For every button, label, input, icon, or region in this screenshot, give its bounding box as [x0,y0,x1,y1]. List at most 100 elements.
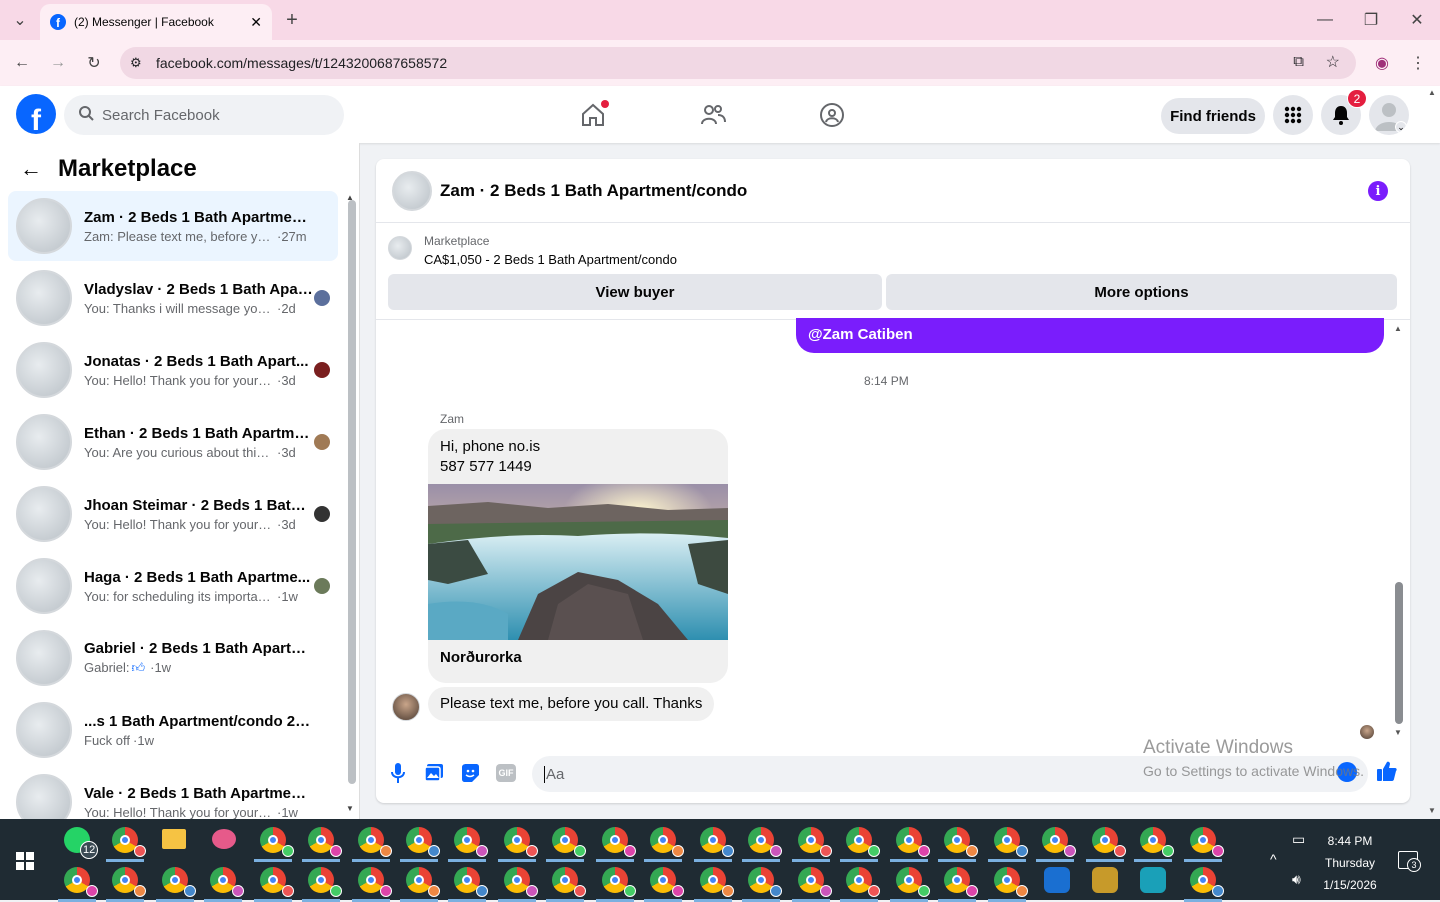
chrome-profile-icon[interactable] [798,827,832,857]
chat-scroll-down-icon[interactable]: ▼ [1394,728,1402,737]
sidebar-scrollbar[interactable] [348,200,356,784]
chrome-profile-icon[interactable] [1042,827,1076,857]
chrome-profile-icon[interactable] [1190,867,1224,897]
conversation-item[interactable]: ...s 1 Bath Apartment/condo 2 · جا Fuck o… [8,695,338,765]
notifications-bell-icon[interactable]: 2 [1321,89,1367,135]
account-chevron-icon[interactable]: ⌄ [1395,121,1407,133]
chrome-profile-icon[interactable] [260,827,294,857]
info-icon[interactable]: i [1368,181,1388,201]
listing-title[interactable]: CA$1,050 - 2 Beds 1 Bath Apartment/condo [424,252,677,267]
chrome-profile-icon[interactable] [994,867,1028,897]
reload-icon[interactable]: ↻ [80,49,108,77]
chat-scroll-up-icon[interactable]: ▲ [1394,324,1402,333]
chrome-profile-icon[interactable] [846,827,880,857]
back-arrow-icon[interactable]: ← [20,156,42,182]
windows-start-icon[interactable] [16,852,34,873]
chrome-profile-icon[interactable] [700,867,734,897]
chrome-profile-icon[interactable] [112,867,146,897]
outlook-icon[interactable] [1044,867,1070,893]
sidebar-scroll-down-icon[interactable]: ▼ [346,804,354,813]
browser-tab[interactable]: f (2) Messenger | Facebook ✕ [40,4,272,40]
chrome-profile-icon[interactable] [552,867,586,897]
chrome-profile-icon[interactable] [552,827,586,857]
new-tab-plus-icon[interactable]: + [278,6,306,34]
chrome-profile-icon[interactable] [210,867,244,897]
close-window-icon[interactable]: ✕ [1403,6,1431,34]
back-arrow-icon[interactable]: ← [8,49,36,77]
chat-scrollbar[interactable] [1395,582,1403,724]
thumbs-up-like-icon[interactable] [1376,760,1398,785]
chrome-profile-icon[interactable] [846,867,880,897]
photo-attach-icon[interactable] [424,763,444,786]
tab-search-chevron-icon[interactable]: ⌄ [6,6,34,34]
chrome-profile-icon[interactable] [602,867,636,897]
chrome-profile-icon[interactable] [602,827,636,857]
chrome-profile-icon[interactable] [798,867,832,897]
conversation-item[interactable]: Gabriel · 2 Beds 1 Bath Apartme... Gabrie… [8,623,338,693]
link-preview-image[interactable] [428,484,728,640]
chrome-profile-icon[interactable] [406,867,440,897]
home-nav-icon[interactable] [573,95,613,135]
system-clock[interactable]: 8:44 PM Thursday 1/15/2026 [1320,830,1380,896]
chrome-profile-icon[interactable] [944,827,978,857]
chrome-profile-icon[interactable] [504,827,538,857]
conversation-item[interactable]: Vladyslav · 2 Beds 1 Bath Apar... You: Th… [8,263,338,333]
chrome-profile-icon[interactable] [64,867,98,897]
page-scroll-up-icon[interactable]: ▲ [1428,88,1436,97]
forward-arrow-icon[interactable]: → [44,49,72,77]
bookmark-star-icon[interactable]: ☆ [1326,52,1340,72]
message-bubble[interactable]: Please text me, before you call. Thanks [428,687,715,721]
action-center-icon[interactable]: 3 [1398,851,1421,872]
chrome-profile-icon[interactable] [112,827,146,857]
chrome-profile-icon[interactable] [358,827,392,857]
minimize-window-icon[interactable]: — [1311,6,1339,34]
chrome-profile-icon[interactable] [504,867,538,897]
hand-app-icon[interactable] [1092,867,1118,893]
conversation-item[interactable]: Zam · 2 Beds 1 Bath Apartment/... Zam: Pl… [8,191,338,261]
network-display-icon[interactable]: ▭ [1292,831,1305,848]
chrome-profile-icon[interactable] [406,827,440,857]
paint-app-icon[interactable] [212,829,236,849]
gif-icon[interactable]: GIF [496,764,516,782]
chrome-profile-icon[interactable] [1140,827,1174,857]
search-bar[interactable]: Search Facebook [64,95,344,135]
chrome-profile-icon[interactable] [650,827,684,857]
friends-nav-icon[interactable] [693,95,733,135]
more-options-button[interactable]: More options [886,274,1397,310]
chrome-profile-icon[interactable] [748,827,782,857]
menu-grid-icon[interactable] [1273,95,1313,135]
facebook-logo-icon[interactable]: f [16,94,56,134]
site-info-icon[interactable]: ⚙ [130,55,142,71]
address-bar[interactable]: ⚙ facebook.com/messages/t/12432006876585… [120,47,1356,79]
chrome-profile-icon[interactable] [748,867,782,897]
conversation-item[interactable]: Haga · 2 Beds 1 Bath Apartme... You: for … [8,551,338,621]
s-app-icon[interactable] [1140,867,1166,893]
show-hidden-icons-chevron-icon[interactable]: ^ [1270,851,1277,867]
view-buyer-button[interactable]: View buyer [388,274,882,310]
account-avatar[interactable]: ⌄ [1369,95,1409,135]
chrome-profile-icon[interactable] [308,827,342,857]
listing-thumbnail[interactable] [388,236,412,260]
microphone-icon[interactable] [390,762,406,787]
my-message-bubble[interactable]: @Zam Catiben [796,318,1384,353]
chrome-profile-icon[interactable] [454,827,488,857]
sticker-icon[interactable] [460,763,480,786]
conversation-item[interactable]: Ethan · 2 Beds 1 Bath Apartme... You: Are… [8,407,338,477]
chrome-profile-icon[interactable] [896,867,930,897]
chat-title[interactable]: Zam · 2 Beds 1 Bath Apartment/condo [440,181,747,201]
chrome-profile-icon[interactable] [896,827,930,857]
conversation-item[interactable]: Jhoan Steimar · 2 Beds 1 Bath ... You: He… [8,479,338,549]
sidebar-scroll-up-icon[interactable]: ▲ [346,193,354,202]
chrome-profile-icon[interactable] [308,867,342,897]
file-explorer-icon[interactable] [162,829,186,849]
chrome-profile-icon[interactable] [358,867,392,897]
chrome-profile-icon[interactable] [944,867,978,897]
groups-nav-icon[interactable] [812,95,852,135]
chrome-profile-icon[interactable] [454,867,488,897]
close-tab-icon[interactable]: ✕ [250,14,262,31]
chrome-profile-icon[interactable] [1190,827,1224,857]
chrome-profile-icon[interactable] [1092,827,1126,857]
chat-avatar[interactable] [392,170,432,211]
chrome-profile-icon[interactable] [994,827,1028,857]
restore-window-icon[interactable]: ❐ [1357,6,1385,34]
